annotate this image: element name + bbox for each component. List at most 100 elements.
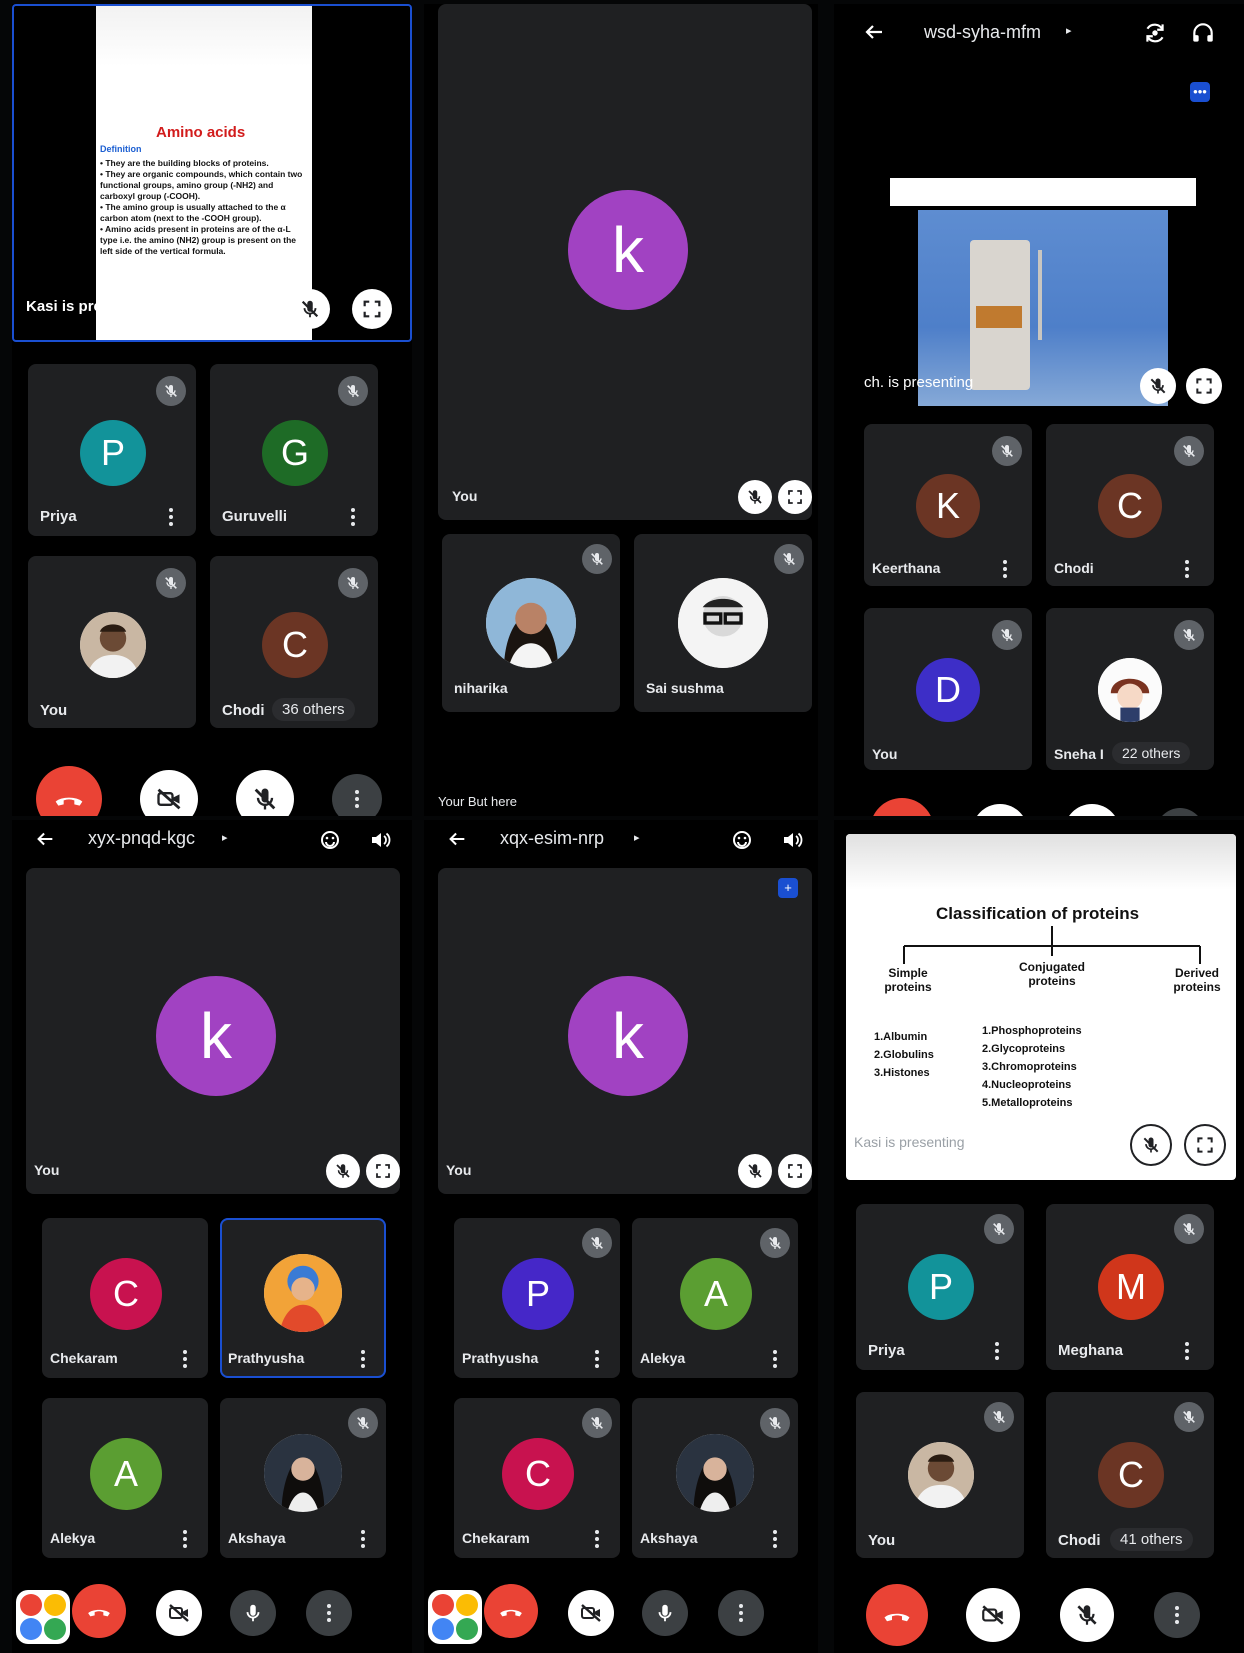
participant-tile-self[interactable]: You: [28, 556, 196, 728]
end-call-button[interactable]: [866, 1584, 928, 1646]
camera-toggle-button[interactable]: [966, 1588, 1020, 1642]
meeting-code[interactable]: xyx-pnqd-kgc: [88, 828, 195, 849]
speaker-icon[interactable]: [368, 828, 392, 852]
participant-tile[interactable]: C Chodi: [1046, 424, 1214, 586]
more-options-icon[interactable]: [1002, 558, 1008, 580]
participant-tile[interactable]: C Chekaram: [454, 1398, 620, 1558]
main-video-tile[interactable]: k You: [438, 4, 812, 520]
camera-toggle-button[interactable]: [140, 770, 198, 816]
muted-badge: [348, 1408, 378, 1438]
mic-toggle-button[interactable]: [1064, 804, 1120, 816]
participant-tile-self[interactable]: D You: [864, 608, 1032, 770]
effects-icon[interactable]: [318, 828, 342, 852]
others-count-badge[interactable]: 22 others: [1112, 742, 1191, 764]
google-apps-icon[interactable]: [428, 1590, 482, 1644]
mute-presenter-button[interactable]: [1140, 368, 1176, 404]
participant-tile[interactable]: C Chekaram: [42, 1218, 208, 1378]
more-options-icon[interactable]: [360, 1348, 366, 1370]
effects-icon[interactable]: [730, 828, 754, 852]
participant-tile[interactable]: A Alekya: [632, 1218, 798, 1378]
more-options-button[interactable]: [718, 1590, 764, 1636]
mute-button[interactable]: [738, 480, 772, 514]
google-apps-icon[interactable]: [16, 1590, 70, 1644]
fullscreen-button[interactable]: [778, 1154, 812, 1188]
participant-tile[interactable]: niharika: [442, 534, 620, 712]
presentation-tile[interactable]: ch. is presenting: [864, 174, 1222, 408]
main-video-tile[interactable]: + k You: [438, 868, 812, 1194]
participant-tile-overflow[interactable]: C Chodi 36 others: [210, 556, 378, 728]
back-arrow-icon[interactable]: [446, 828, 468, 850]
presentation-tile[interactable]: Amino acids Definition • They are the bu…: [12, 4, 412, 342]
participant-tile[interactable]: Akshaya: [220, 1398, 386, 1558]
mic-toggle-button[interactable]: [230, 1590, 276, 1636]
more-options-icon[interactable]: [594, 1528, 600, 1550]
fullscreen-button[interactable]: [778, 480, 812, 514]
participant-tile-overflow[interactable]: C Chodi 41 others: [1046, 1392, 1214, 1558]
camera-toggle-button[interactable]: [568, 1590, 614, 1636]
participant-tile[interactable]: K Keerthana: [864, 424, 1032, 586]
participant-name: Sai sushma: [646, 680, 724, 696]
mute-button[interactable]: [326, 1154, 360, 1188]
end-call-button[interactable]: [72, 1584, 126, 1638]
meeting-code[interactable]: xqx-esim-nrp: [500, 828, 604, 849]
more-options-icon[interactable]: [182, 1348, 188, 1370]
end-call-icon: [882, 1600, 912, 1630]
main-video-tile[interactable]: k You: [26, 868, 400, 1194]
participant-tile[interactable]: Sai sushma: [634, 534, 812, 712]
mute-button[interactable]: [738, 1154, 772, 1188]
profile-photo: [264, 1254, 342, 1332]
meeting-code[interactable]: wsd-syha-mfm: [924, 22, 1041, 43]
participant-tile-overflow[interactable]: Sneha I 22 others: [1046, 608, 1214, 770]
more-options-icon[interactable]: [994, 1340, 1000, 1362]
fullscreen-button[interactable]: [352, 289, 392, 329]
mic-toggle-button[interactable]: [236, 770, 294, 816]
speaker-icon[interactable]: [780, 828, 804, 852]
fullscreen-button[interactable]: [366, 1154, 400, 1188]
participant-tile[interactable]: Akshaya: [632, 1398, 798, 1558]
mic-toggle-button[interactable]: [642, 1590, 688, 1636]
more-options-button[interactable]: [1154, 1592, 1200, 1638]
more-options-icon[interactable]: [1184, 558, 1190, 580]
participant-tile-active-speaker[interactable]: Prathyusha: [220, 1218, 386, 1378]
more-options-icon[interactable]: [182, 1528, 188, 1550]
back-arrow-icon[interactable]: [862, 20, 886, 44]
more-options-icon[interactable]: [772, 1348, 778, 1370]
camera-toggle-button[interactable]: [156, 1590, 202, 1636]
more-options-icon[interactable]: [350, 506, 356, 528]
more-options-icon[interactable]: [360, 1528, 366, 1550]
more-options-button[interactable]: [1156, 808, 1204, 816]
headset-icon[interactable]: [1190, 20, 1216, 46]
participant-name: You: [868, 1532, 896, 1549]
fullscreen-button[interactable]: [1186, 368, 1222, 404]
mic-toggle-button[interactable]: [1060, 1588, 1114, 1642]
flip-camera-icon[interactable]: [1142, 20, 1168, 46]
participant-tile[interactable]: G Guruvelli: [210, 364, 378, 536]
add-icon[interactable]: •••: [1190, 82, 1210, 102]
camera-toggle-button[interactable]: [972, 804, 1028, 816]
more-options-button[interactable]: [306, 1590, 352, 1636]
end-call-button[interactable]: [484, 1584, 538, 1638]
participant-tile[interactable]: P Priya: [28, 364, 196, 536]
more-options-icon[interactable]: [1184, 1340, 1190, 1362]
mute-presenter-button[interactable]: [290, 289, 330, 329]
participant-tile-self[interactable]: You: [856, 1392, 1024, 1558]
end-call-button[interactable]: [36, 766, 102, 816]
participant-tile[interactable]: M Meghana: [1046, 1204, 1214, 1370]
end-call-button[interactable]: [870, 798, 934, 816]
participant-tile[interactable]: A Alekya: [42, 1398, 208, 1558]
presentation-tile[interactable]: Classification of proteins Simple protei…: [846, 834, 1236, 1180]
back-arrow-icon[interactable]: [34, 828, 56, 850]
fullscreen-button[interactable]: [1184, 1124, 1226, 1166]
muted-badge: [774, 544, 804, 574]
more-options-icon[interactable]: [772, 1528, 778, 1550]
layout-icon[interactable]: +: [778, 878, 798, 898]
others-count-badge[interactable]: 36 others: [272, 698, 355, 721]
others-count-badge[interactable]: 41 others: [1110, 1528, 1193, 1551]
more-options-icon[interactable]: [594, 1348, 600, 1370]
mute-presenter-button[interactable]: [1130, 1124, 1172, 1166]
presenting-label: ch. is presenting: [864, 374, 974, 391]
participant-tile[interactable]: P Prathyusha: [454, 1218, 620, 1378]
participant-tile[interactable]: P Priya: [856, 1204, 1024, 1370]
more-options-button[interactable]: [332, 774, 382, 816]
more-options-icon[interactable]: [168, 506, 174, 528]
